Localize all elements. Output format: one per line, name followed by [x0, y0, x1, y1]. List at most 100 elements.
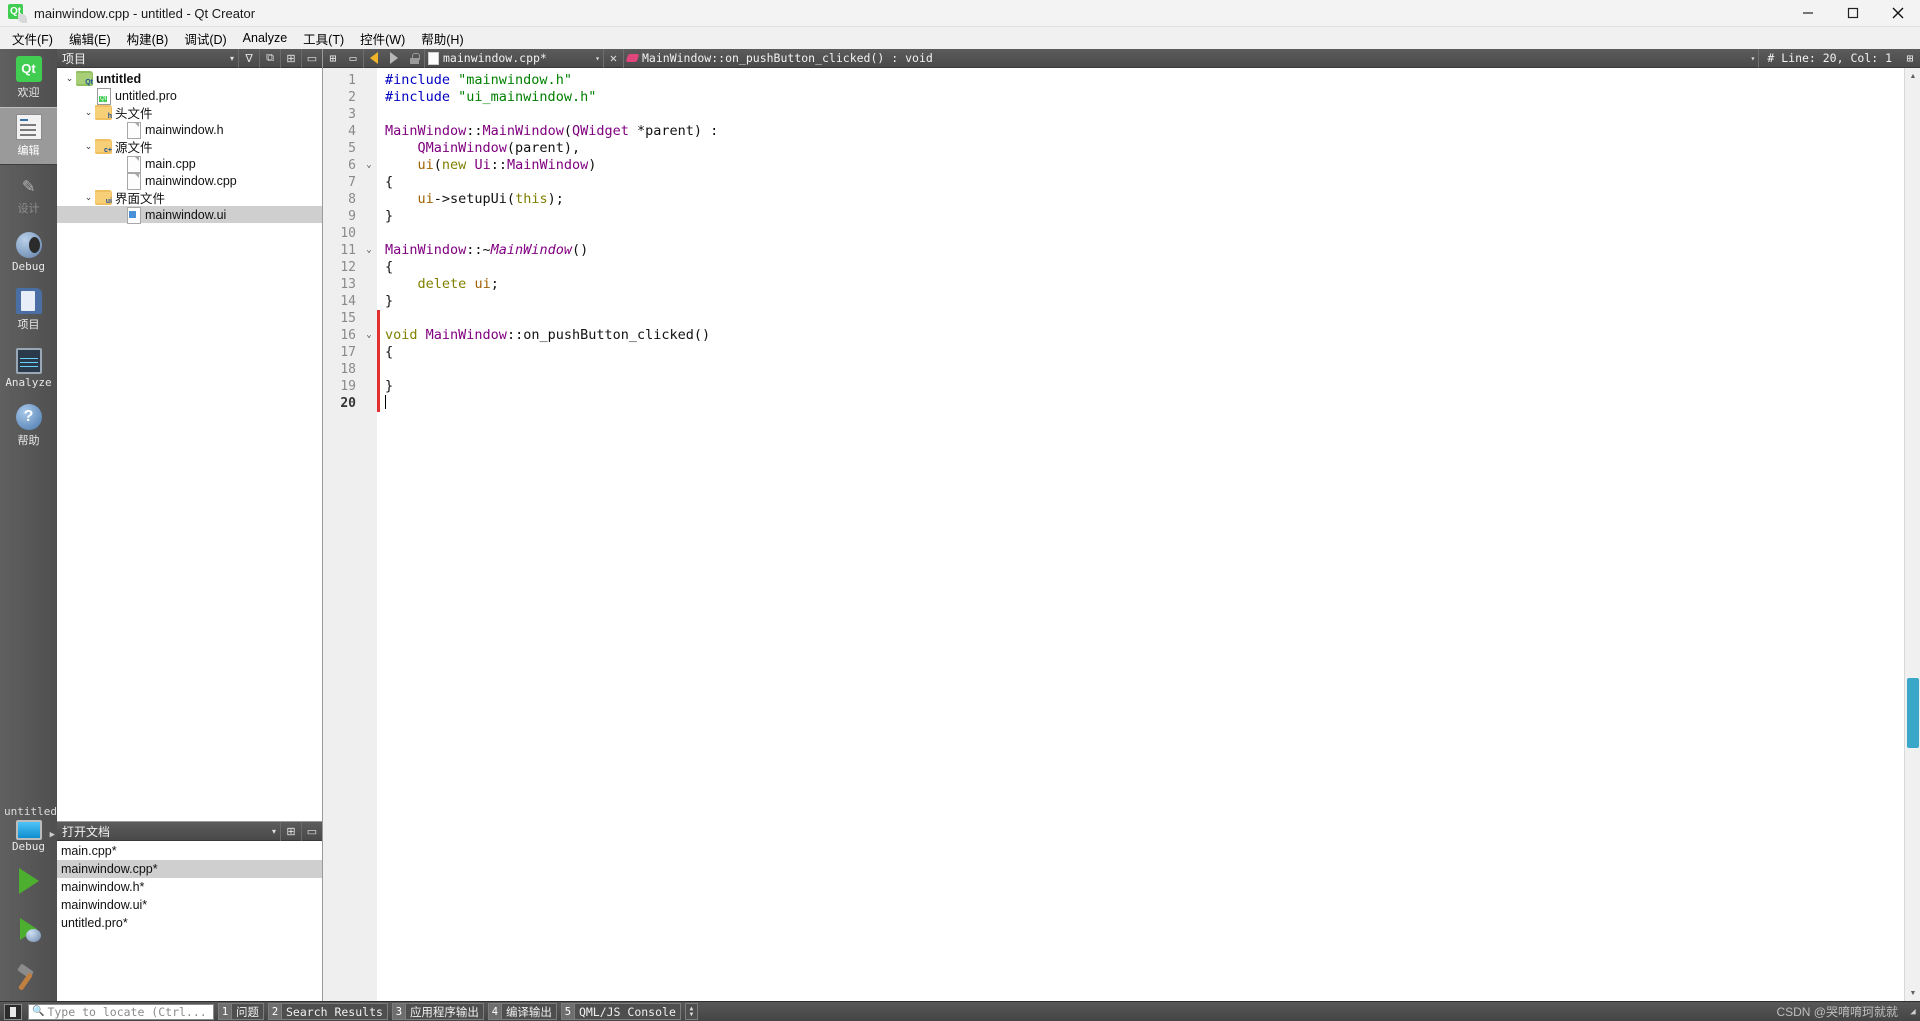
code-line[interactable]: QMainWindow(parent),: [385, 140, 1920, 157]
tree-item-headers[interactable]: ⌄ h 头文件: [57, 104, 322, 121]
output-pane-stepper[interactable]: ▲ ▼: [684, 1003, 698, 1020]
code-line[interactable]: MainWindow::MainWindow(QWidget *parent) …: [385, 123, 1920, 140]
code-line[interactable]: ui->setupUi(this);: [385, 191, 1920, 208]
file-selector-combo[interactable]: mainwindow.cpp* ▾: [424, 48, 604, 68]
menu-item-file[interactable]: 文件(F): [4, 27, 61, 50]
build-button[interactable]: [0, 953, 57, 1001]
fold-indicator-column[interactable]: ⌄ ⌄ ⌄: [361, 68, 377, 1001]
code-text-column[interactable]: #include "mainwindow.h" #include "ui_main…: [380, 68, 1920, 1001]
scrollbar-thumb[interactable]: [1907, 678, 1919, 748]
kit-selector-button[interactable]: ▶ Debug: [0, 820, 57, 857]
scroll-down-arrow-icon[interactable]: ▼: [1905, 985, 1920, 1001]
chevron-down-icon[interactable]: ⌄: [82, 141, 95, 152]
symbol-selector-combo[interactable]: MainWindow::on_pushButton_clicked() : vo…: [623, 48, 1760, 68]
code-line[interactable]: }: [385, 378, 1920, 395]
code-line[interactable]: #include "ui_mainwindow.h": [385, 89, 1920, 106]
tree-item-forms[interactable]: ⌄ ui 界面文件: [57, 189, 322, 206]
menu-item-window[interactable]: 控件(W): [352, 27, 413, 50]
mode-projects[interactable]: 项目: [0, 281, 57, 339]
split-icon[interactable]: ⊞: [323, 49, 343, 68]
mode-welcome[interactable]: Qt 欢迎: [0, 49, 57, 107]
resize-grip-icon[interactable]: ◢: [1906, 1002, 1920, 1021]
mode-help[interactable]: ? 帮助: [0, 397, 57, 455]
output-pane-search-results[interactable]: 2 Search Results: [268, 1003, 388, 1020]
menu-item-tools[interactable]: 工具(T): [295, 27, 352, 50]
code-line[interactable]: delete ui;: [385, 276, 1920, 293]
close-button[interactable]: [1875, 0, 1920, 27]
output-pane-compile-output[interactable]: 4 编译输出: [487, 1003, 557, 1020]
menu-item-debug[interactable]: 调试(D): [176, 27, 234, 50]
close-panel-icon[interactable]: ▭: [301, 821, 322, 841]
code-line[interactable]: void MainWindow::on_pushButton_clicked(): [385, 327, 1920, 344]
close-document-button[interactable]: ✕: [604, 51, 623, 65]
tree-item-mainwindow-ui[interactable]: mainwindow.ui: [57, 206, 322, 224]
close-panel-icon[interactable]: ▭: [301, 48, 322, 68]
output-pane-qml-js-console[interactable]: 5 QML/JS Console: [560, 1003, 681, 1020]
editor-vertical-scrollbar[interactable]: ▲ ▼: [1904, 68, 1920, 1001]
open-document-item[interactable]: mainwindow.ui*: [57, 896, 322, 914]
mode-debug[interactable]: Debug: [0, 223, 57, 281]
maximize-button[interactable]: [1830, 0, 1875, 27]
code-line[interactable]: [385, 395, 1920, 412]
code-line[interactable]: ui(new Ui::MainWindow): [385, 157, 1920, 174]
open-document-item[interactable]: untitled.pro*: [57, 914, 322, 932]
mode-analyze[interactable]: Analyze: [0, 339, 57, 397]
fold-chevron-icon[interactable]: ⌄: [361, 242, 377, 259]
open-document-item[interactable]: main.cpp*: [57, 842, 322, 860]
forward-arrow-icon[interactable]: [384, 49, 404, 68]
output-pane-application-output[interactable]: 3 应用程序输出: [391, 1003, 484, 1020]
mode-design[interactable]: ✎ 设计: [0, 165, 57, 223]
code-line[interactable]: }: [385, 208, 1920, 225]
code-line[interactable]: [385, 225, 1920, 242]
tree-item-untitled-pro[interactable]: untitled.pro: [57, 87, 322, 105]
code-line[interactable]: [385, 310, 1920, 327]
split-icon[interactable]: ⊞: [280, 821, 301, 841]
menu-item-analyze[interactable]: Analyze: [235, 29, 295, 47]
tree-item-mainwindow-h[interactable]: mainwindow.h: [57, 121, 322, 139]
toggle-sidebar-icon[interactable]: [4, 1003, 22, 1020]
code-line[interactable]: [385, 361, 1920, 378]
stepper-down-icon[interactable]: ▼: [690, 1011, 694, 1018]
minimize-button[interactable]: [1785, 0, 1830, 27]
mode-edit[interactable]: 编辑: [0, 107, 57, 165]
back-arrow-icon[interactable]: [364, 49, 384, 68]
open-document-item[interactable]: mainwindow.h*: [57, 878, 322, 896]
code-line[interactable]: {: [385, 259, 1920, 276]
fold-chevron-icon[interactable]: ⌄: [361, 157, 377, 174]
chevron-down-icon[interactable]: ▾: [230, 54, 234, 63]
chevron-down-icon[interactable]: ⌄: [82, 192, 95, 203]
chevron-down-icon[interactable]: ⌄: [82, 107, 95, 118]
tree-item-main-cpp[interactable]: main.cpp: [57, 155, 322, 173]
link-editor-icon[interactable]: ⧉: [259, 48, 280, 68]
pane-number: 3: [392, 1004, 406, 1019]
scroll-up-arrow-icon[interactable]: ▲: [1905, 68, 1920, 84]
close-split-icon[interactable]: ▭: [343, 49, 363, 68]
run-button[interactable]: [0, 857, 57, 905]
filter-icon[interactable]: ∇: [238, 48, 259, 68]
open-document-item[interactable]: mainwindow.cpp*: [57, 860, 322, 878]
chevron-down-icon[interactable]: ⌄: [63, 73, 76, 84]
menu-item-edit[interactable]: 编辑(E): [61, 27, 119, 50]
menu-item-build[interactable]: 构建(B): [119, 27, 177, 50]
code-line[interactable]: MainWindow::~MainWindow(): [385, 242, 1920, 259]
code-line[interactable]: [385, 106, 1920, 123]
locator-input[interactable]: 🔍 Type to locate (Ctrl...: [28, 1003, 214, 1020]
line-column-indicator[interactable]: # Line: 20, Col: 1: [1759, 51, 1900, 65]
tree-item-sources[interactable]: ⌄ c+ 源文件: [57, 138, 322, 155]
code-editor[interactable]: 1 2 3 4 5 6 7 8 9 10 11 12 13 14 15 16 17 18 19 20 ⌄ ⌄ ⌄ #inc…: [323, 68, 1920, 1001]
unlocked-icon[interactable]: [404, 49, 424, 68]
output-pane-issues[interactable]: 1 问题: [218, 1003, 264, 1020]
split-editor-icon[interactable]: ⊞: [1900, 49, 1920, 68]
chevron-down-icon[interactable]: ▾: [272, 827, 276, 836]
code-line[interactable]: {: [385, 344, 1920, 361]
code-line[interactable]: }: [385, 293, 1920, 310]
split-icon[interactable]: ⊞: [280, 48, 301, 68]
debug-button[interactable]: [0, 905, 57, 953]
tree-item-mainwindow-cpp[interactable]: mainwindow.cpp: [57, 172, 322, 190]
menu-item-help[interactable]: 帮助(H): [413, 27, 471, 50]
code-line[interactable]: #include "mainwindow.h": [385, 72, 1920, 89]
tree-item-untitled[interactable]: ⌄ Qt untitled: [57, 70, 322, 87]
code-line[interactable]: {: [385, 174, 1920, 191]
fold-chevron-icon[interactable]: ⌄: [361, 327, 377, 344]
